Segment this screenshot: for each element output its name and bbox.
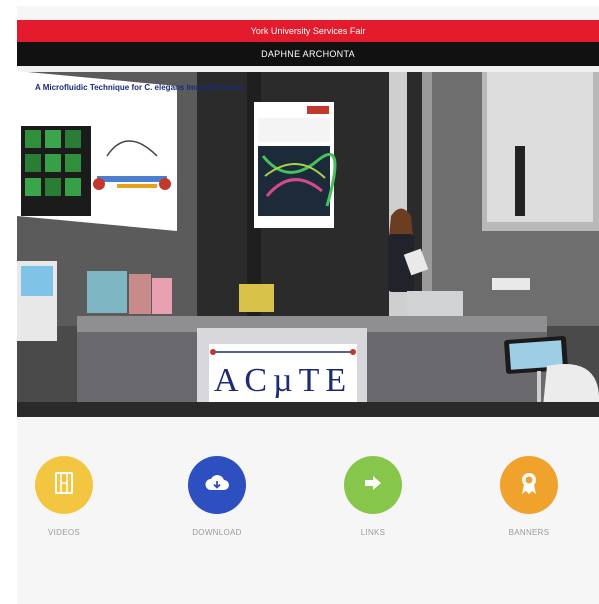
virtual-booth-scene[interactable]: A Microfluidic Technique for C. elegans … (17, 66, 599, 417)
videos-action[interactable]: VIDEOS (14, 456, 114, 537)
banners-label: BANNERS (508, 528, 550, 537)
download-label: DOWNLOAD (192, 528, 242, 537)
event-title-bar: York University Services Fair (17, 20, 599, 42)
banners-action[interactable]: BANNERS (479, 456, 579, 537)
event-title: York University Services Fair (250, 26, 366, 36)
cloud-download-icon (204, 473, 230, 498)
acute-logo-text: ACµTE (214, 362, 352, 399)
reception-counter: ACµTE (77, 316, 547, 417)
film-icon (53, 471, 75, 500)
videos-label: VIDEOS (47, 528, 81, 537)
banners-button[interactable] (500, 456, 558, 514)
award-icon (519, 471, 539, 500)
links-action[interactable]: LINKS (323, 456, 423, 537)
booth-actions: VIDEOS DOWNLOAD LINKS BANNERS (17, 456, 599, 566)
exhibitor-name: DAPHNE ARCHONTA (261, 49, 355, 59)
links-label: LINKS (360, 528, 386, 537)
exhibitor-name-bar: DAPHNE ARCHONTA (17, 42, 599, 66)
download-action[interactable]: DOWNLOAD (167, 456, 267, 537)
arrow-right-icon (362, 474, 384, 497)
links-button[interactable] (344, 456, 402, 514)
booth-illustration: A Microfluidic Technique for C. elegans … (17, 66, 599, 417)
videos-button[interactable] (35, 456, 93, 514)
left-poster-title: A Microfluidic Technique for C. elegans … (35, 83, 243, 92)
download-button[interactable] (188, 456, 246, 514)
center-poster[interactable] (254, 102, 337, 228)
booth-page: York University Services Fair DAPHNE ARC… (17, 6, 599, 604)
